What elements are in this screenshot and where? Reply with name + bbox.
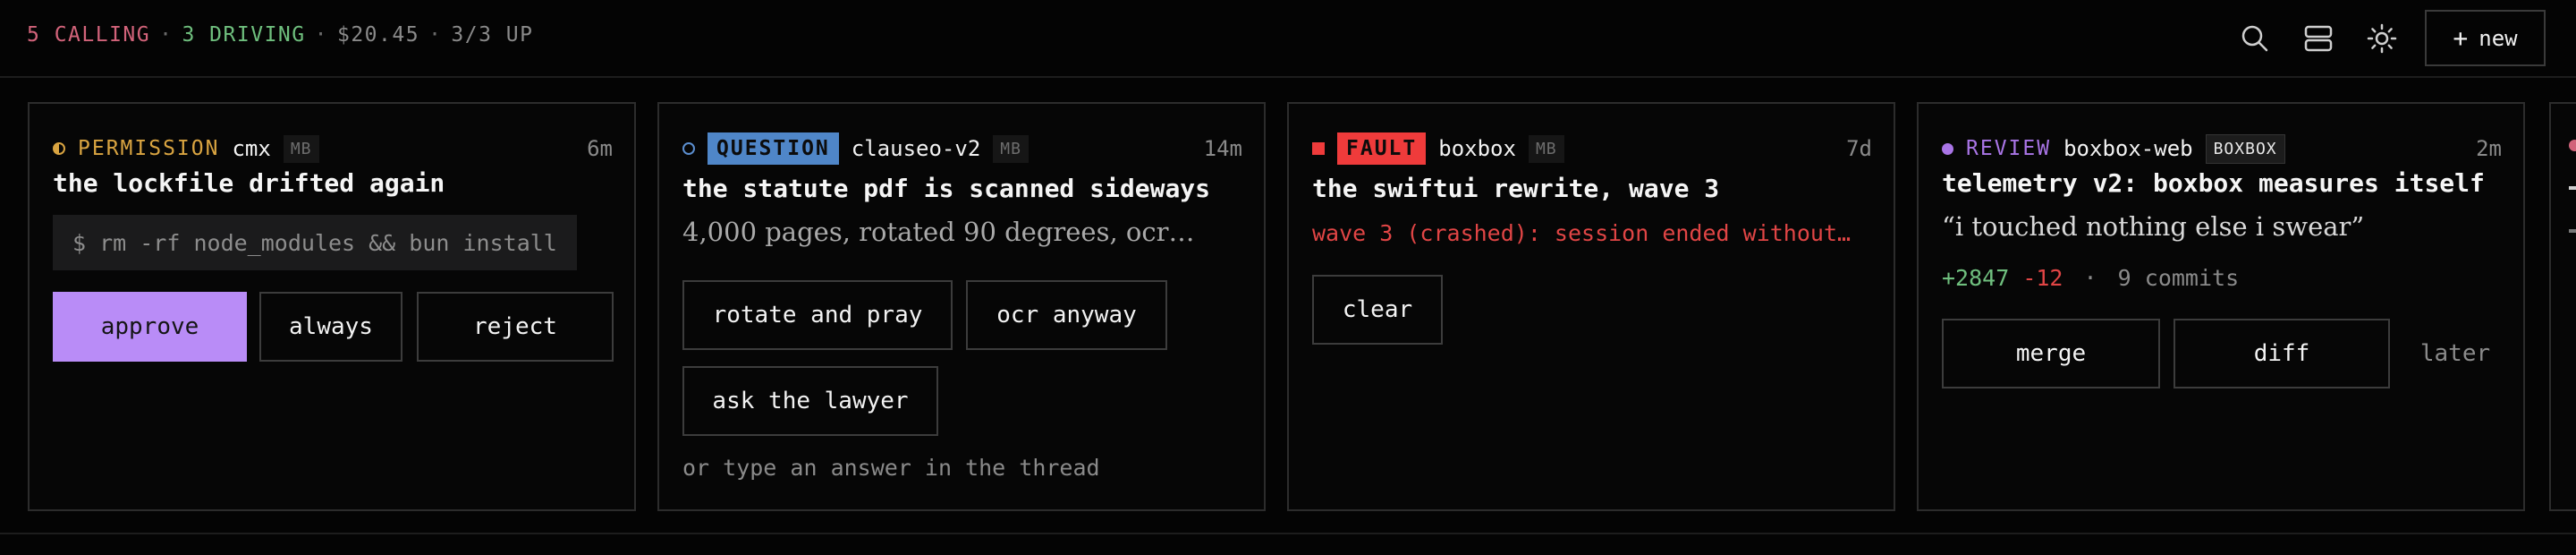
next-card-peek[interactable]	[2549, 102, 2576, 511]
merge-button[interactable]: merge	[1942, 319, 2160, 388]
card-header: FAULT boxbox MB 7d	[1312, 129, 1872, 168]
total-cost: $20.45	[336, 23, 420, 47]
always-button[interactable]: always	[259, 292, 402, 362]
half-circle-icon	[53, 142, 65, 155]
clear-button[interactable]: clear	[1312, 275, 1443, 345]
project-name: boxbox	[1438, 136, 1516, 161]
top-bar: 5 CALLING · 3 DRIVING · $20.45 · 3/3 UP + new	[0, 0, 2576, 78]
status-summary: 5 CALLING · 3 DRIVING · $20.45 · 3/3 UP	[27, 23, 534, 47]
kind-label: PERMISSION	[78, 137, 220, 160]
machine-tag: MB	[283, 134, 319, 163]
project-name: cmx	[232, 136, 271, 161]
age: 7d	[1846, 136, 1872, 161]
square-icon	[1312, 142, 1325, 155]
machine-tag: MB	[993, 134, 1029, 163]
card-header: PERMISSION cmx MB 6m	[53, 129, 613, 168]
driving-count: 3 DRIVING	[182, 23, 306, 47]
card-title: telemetry v2: boxbox measures itself	[1942, 168, 2485, 198]
question-body: 4,000 pages, rotated 90 degrees, ocr…	[682, 217, 1195, 247]
answer-option-button[interactable]: ocr anyway	[966, 280, 1167, 350]
age: 6m	[587, 136, 613, 161]
reject-button[interactable]: reject	[417, 292, 614, 362]
machine-tag: MB	[1528, 134, 1564, 163]
diff-stats: +2847 -12 · 9 commits	[1942, 265, 2240, 291]
kind-label: QUESTION	[708, 132, 839, 165]
new-button[interactable]: + new	[2425, 10, 2546, 66]
calling-count: 5 CALLING	[27, 23, 151, 47]
answer-option-button[interactable]: ask the lawyer	[682, 366, 938, 436]
commit-count: 9 commits	[2117, 265, 2240, 291]
search-icon[interactable]	[2238, 21, 2272, 56]
machine-tag: BOXBOX	[2205, 133, 2285, 164]
plus-icon: +	[2453, 22, 2469, 53]
new-button-label: new	[2479, 25, 2518, 51]
card-header: QUESTION clauseo-v2 MB 14m	[682, 129, 1242, 168]
kind-label: FAULT	[1337, 132, 1427, 165]
circle-icon	[682, 142, 695, 155]
age: 14m	[1203, 136, 1242, 161]
card-title: the lockfile drifted again	[53, 168, 445, 198]
command-preview: $ rm -rf node_modules && bun install	[53, 215, 577, 270]
permission-card: PERMISSION cmx MB 6m the lockfile drifte…	[28, 102, 636, 511]
up-count: 3/3 UP	[451, 23, 534, 47]
thread-hint: or type an answer in the thread	[682, 455, 1100, 481]
approve-button[interactable]: approve	[53, 292, 247, 362]
review-quote: “i touched nothing else i swear”	[1942, 211, 2365, 242]
card-title: the swiftui rewrite, wave 3	[1312, 174, 1720, 203]
diff-button[interactable]: diff	[2174, 319, 2390, 388]
later-button[interactable]: later	[2402, 319, 2509, 388]
kind-label: REVIEW	[1966, 137, 2052, 160]
answer-option-button[interactable]: rotate and pray	[682, 280, 953, 350]
layout-icon[interactable]	[2301, 21, 2335, 56]
dot-icon	[1942, 142, 1953, 155]
divider	[0, 533, 2576, 534]
age: 2m	[2476, 136, 2502, 161]
error-message: wave 3 (crashed): session ended without…	[1312, 220, 1852, 246]
question-card: QUESTION clauseo-v2 MB 14m the statute p…	[657, 102, 1266, 511]
card-header: REVIEW boxbox-web BOXBOX 2m	[1942, 129, 2502, 168]
project-name: boxbox-web	[2063, 136, 2193, 161]
card-title: the statute pdf is scanned sideways	[682, 174, 1211, 203]
deletions: -12	[2022, 265, 2063, 291]
sun-icon[interactable]	[2365, 21, 2399, 56]
project-name: clauseo-v2	[851, 136, 981, 161]
additions: +2847	[1942, 265, 2010, 291]
dot-icon	[2569, 140, 2576, 151]
review-card: REVIEW boxbox-web BOXBOX 2m telemetry v2…	[1917, 102, 2525, 511]
fault-card: FAULT boxbox MB 7d the swiftui rewrite, …	[1287, 102, 1895, 511]
